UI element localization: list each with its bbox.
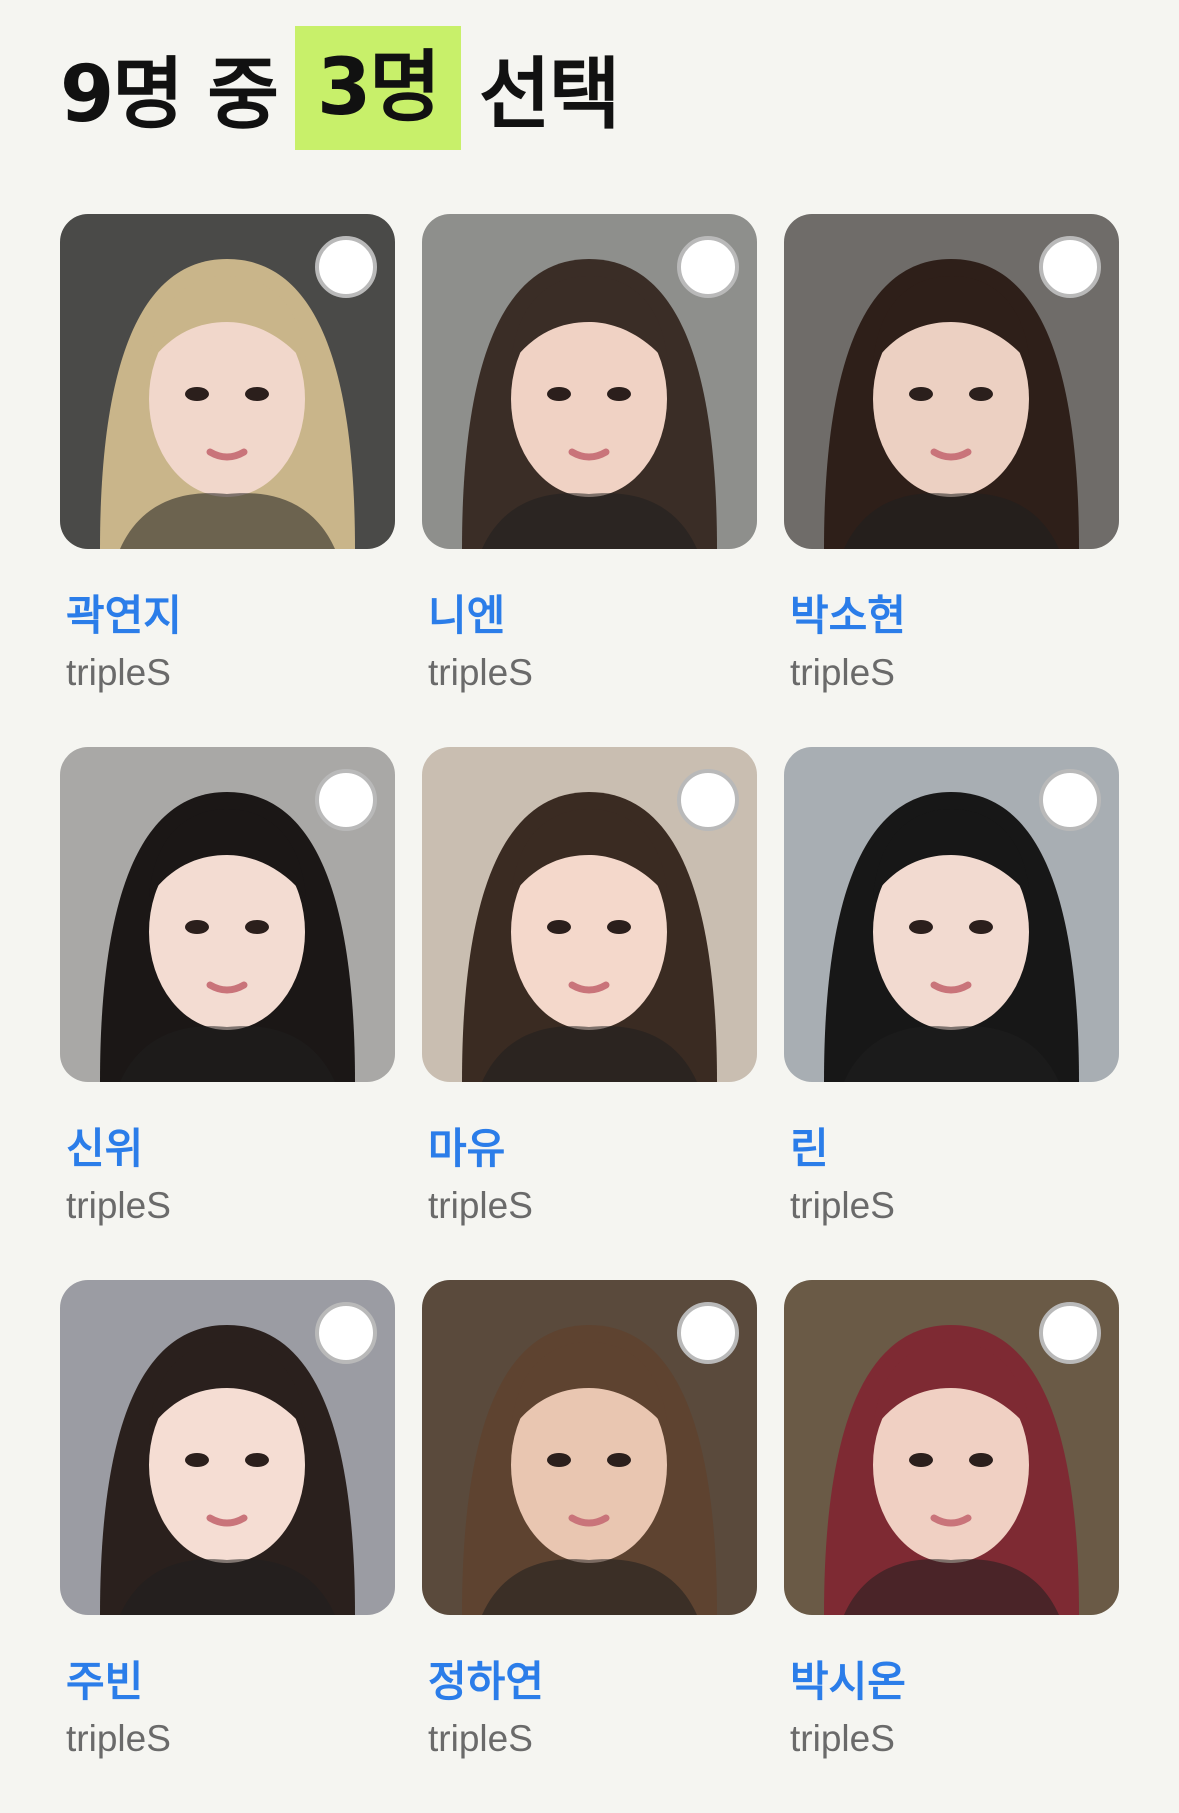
member-photo[interactable] <box>784 1280 1119 1615</box>
member-name[interactable]: 니엔 <box>428 582 505 643</box>
select-checkbox[interactable] <box>1039 1302 1101 1364</box>
select-checkbox[interactable] <box>1039 236 1101 298</box>
member-photo[interactable] <box>784 747 1119 1082</box>
member-card[interactable]: 신위 tripleS <box>60 747 395 1280</box>
select-checkbox[interactable] <box>315 769 377 831</box>
member-card[interactable]: 린 tripleS <box>784 747 1119 1280</box>
member-card[interactable]: 곽연지 tripleS <box>60 214 395 747</box>
member-card[interactable]: 니엔 tripleS <box>422 214 757 747</box>
member-card[interactable]: 주빈 tripleS <box>60 1280 395 1813</box>
select-checkbox[interactable] <box>1039 769 1101 831</box>
member-group: tripleS <box>66 1185 171 1226</box>
member-name[interactable]: 박시온 <box>790 1648 906 1709</box>
member-name[interactable]: 신위 <box>66 1115 143 1176</box>
select-checkbox[interactable] <box>315 236 377 298</box>
member-name[interactable]: 박소현 <box>790 582 906 643</box>
member-group: tripleS <box>428 1185 533 1226</box>
member-name[interactable]: 정하연 <box>428 1648 544 1709</box>
member-name[interactable]: 곽연지 <box>66 582 182 643</box>
title-selected-count: 3명 <box>294 26 461 150</box>
member-photo[interactable] <box>422 747 757 1082</box>
member-group: tripleS <box>66 1718 171 1759</box>
member-group: tripleS <box>66 652 171 693</box>
select-checkbox[interactable] <box>677 769 739 831</box>
member-photo[interactable] <box>422 214 757 549</box>
member-name[interactable]: 린 <box>790 1115 829 1176</box>
title-suffix: 선택 <box>479 50 621 140</box>
selection-title: 9명 중 3명 선택 <box>60 24 621 152</box>
member-grid: 곽연지 tripleS 니엔 tripleS 박소현 tripleS 신위 tripleS 마유… <box>60 214 1119 1813</box>
select-checkbox[interactable] <box>677 236 739 298</box>
member-card[interactable]: 정하연 tripleS <box>422 1280 757 1813</box>
member-group: tripleS <box>790 1185 895 1226</box>
member-photo[interactable] <box>784 214 1119 549</box>
member-card[interactable]: 박소현 tripleS <box>784 214 1119 747</box>
member-name[interactable]: 마유 <box>428 1115 505 1176</box>
member-group: tripleS <box>790 1718 895 1759</box>
member-name[interactable]: 주빈 <box>66 1648 143 1709</box>
member-card[interactable]: 박시온 tripleS <box>784 1280 1119 1813</box>
select-checkbox[interactable] <box>315 1302 377 1364</box>
member-group: tripleS <box>428 1718 533 1759</box>
member-card[interactable]: 마유 tripleS <box>422 747 757 1280</box>
member-group: tripleS <box>790 652 895 693</box>
member-photo[interactable] <box>60 747 395 1082</box>
member-group: tripleS <box>428 652 533 693</box>
title-count-prefix: 9명 중 <box>60 50 279 140</box>
member-photo[interactable] <box>422 1280 757 1615</box>
member-photo[interactable] <box>60 214 395 549</box>
member-photo[interactable] <box>60 1280 395 1615</box>
select-checkbox[interactable] <box>677 1302 739 1364</box>
